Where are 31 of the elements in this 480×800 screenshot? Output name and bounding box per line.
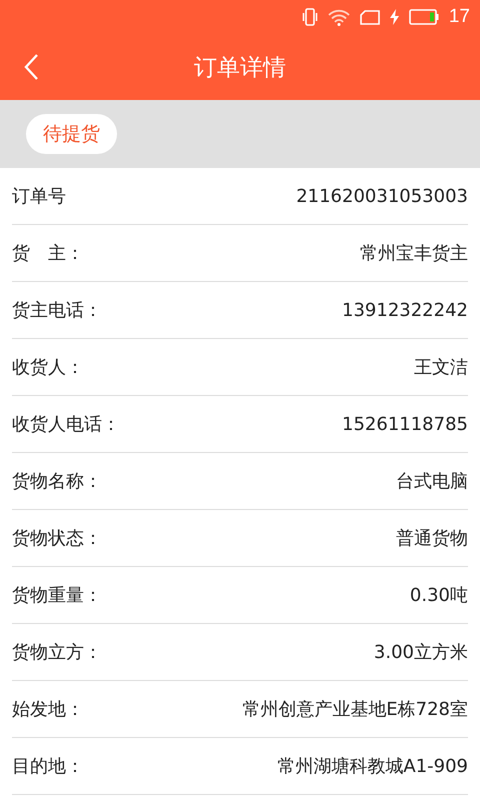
field-label: 货物立方： <box>12 641 102 664</box>
field-value: 0.30吨 <box>410 584 468 607</box>
field-value: 常州创意产业基地E栋728室 <box>242 698 468 721</box>
field-label: 收货人电话： <box>12 413 120 436</box>
field-value: 15261118785 <box>342 414 468 434</box>
clock: 17 <box>448 6 470 28</box>
field-label: 收货人： <box>12 356 84 379</box>
field-value: 台式电脑 <box>396 470 468 493</box>
field-label: 货主电话： <box>12 299 102 322</box>
field-label: 货物状态： <box>12 527 102 550</box>
field-label: 货物重量： <box>12 584 102 607</box>
vibrate-icon <box>302 8 318 26</box>
battery-icon <box>408 9 439 25</box>
field-label: 目的地： <box>12 755 84 778</box>
field-value: 211620031053003 <box>296 186 468 206</box>
sim-card-icon <box>360 10 380 24</box>
lightning-icon <box>390 9 399 25</box>
page-title: 订单详情 <box>194 54 286 82</box>
wifi-icon <box>328 8 350 26</box>
field-value: 王文洁 <box>414 356 468 379</box>
field-label: 始发地： <box>12 698 84 721</box>
field-value: 常州湖塘科教城A1-909 <box>277 755 468 778</box>
field-label: 货物名称： <box>12 470 102 493</box>
back-icon <box>23 53 39 81</box>
field-value: 13912322242 <box>342 300 468 320</box>
field-label: 订单号 <box>12 185 66 208</box>
field-value: 常州宝丰货主 <box>360 242 468 265</box>
status-badge: 待提货 <box>26 114 117 154</box>
field-value: 3.00立方米 <box>374 641 468 664</box>
field-label: 货 主： <box>12 242 84 265</box>
field-value: 普通货物 <box>396 527 468 550</box>
